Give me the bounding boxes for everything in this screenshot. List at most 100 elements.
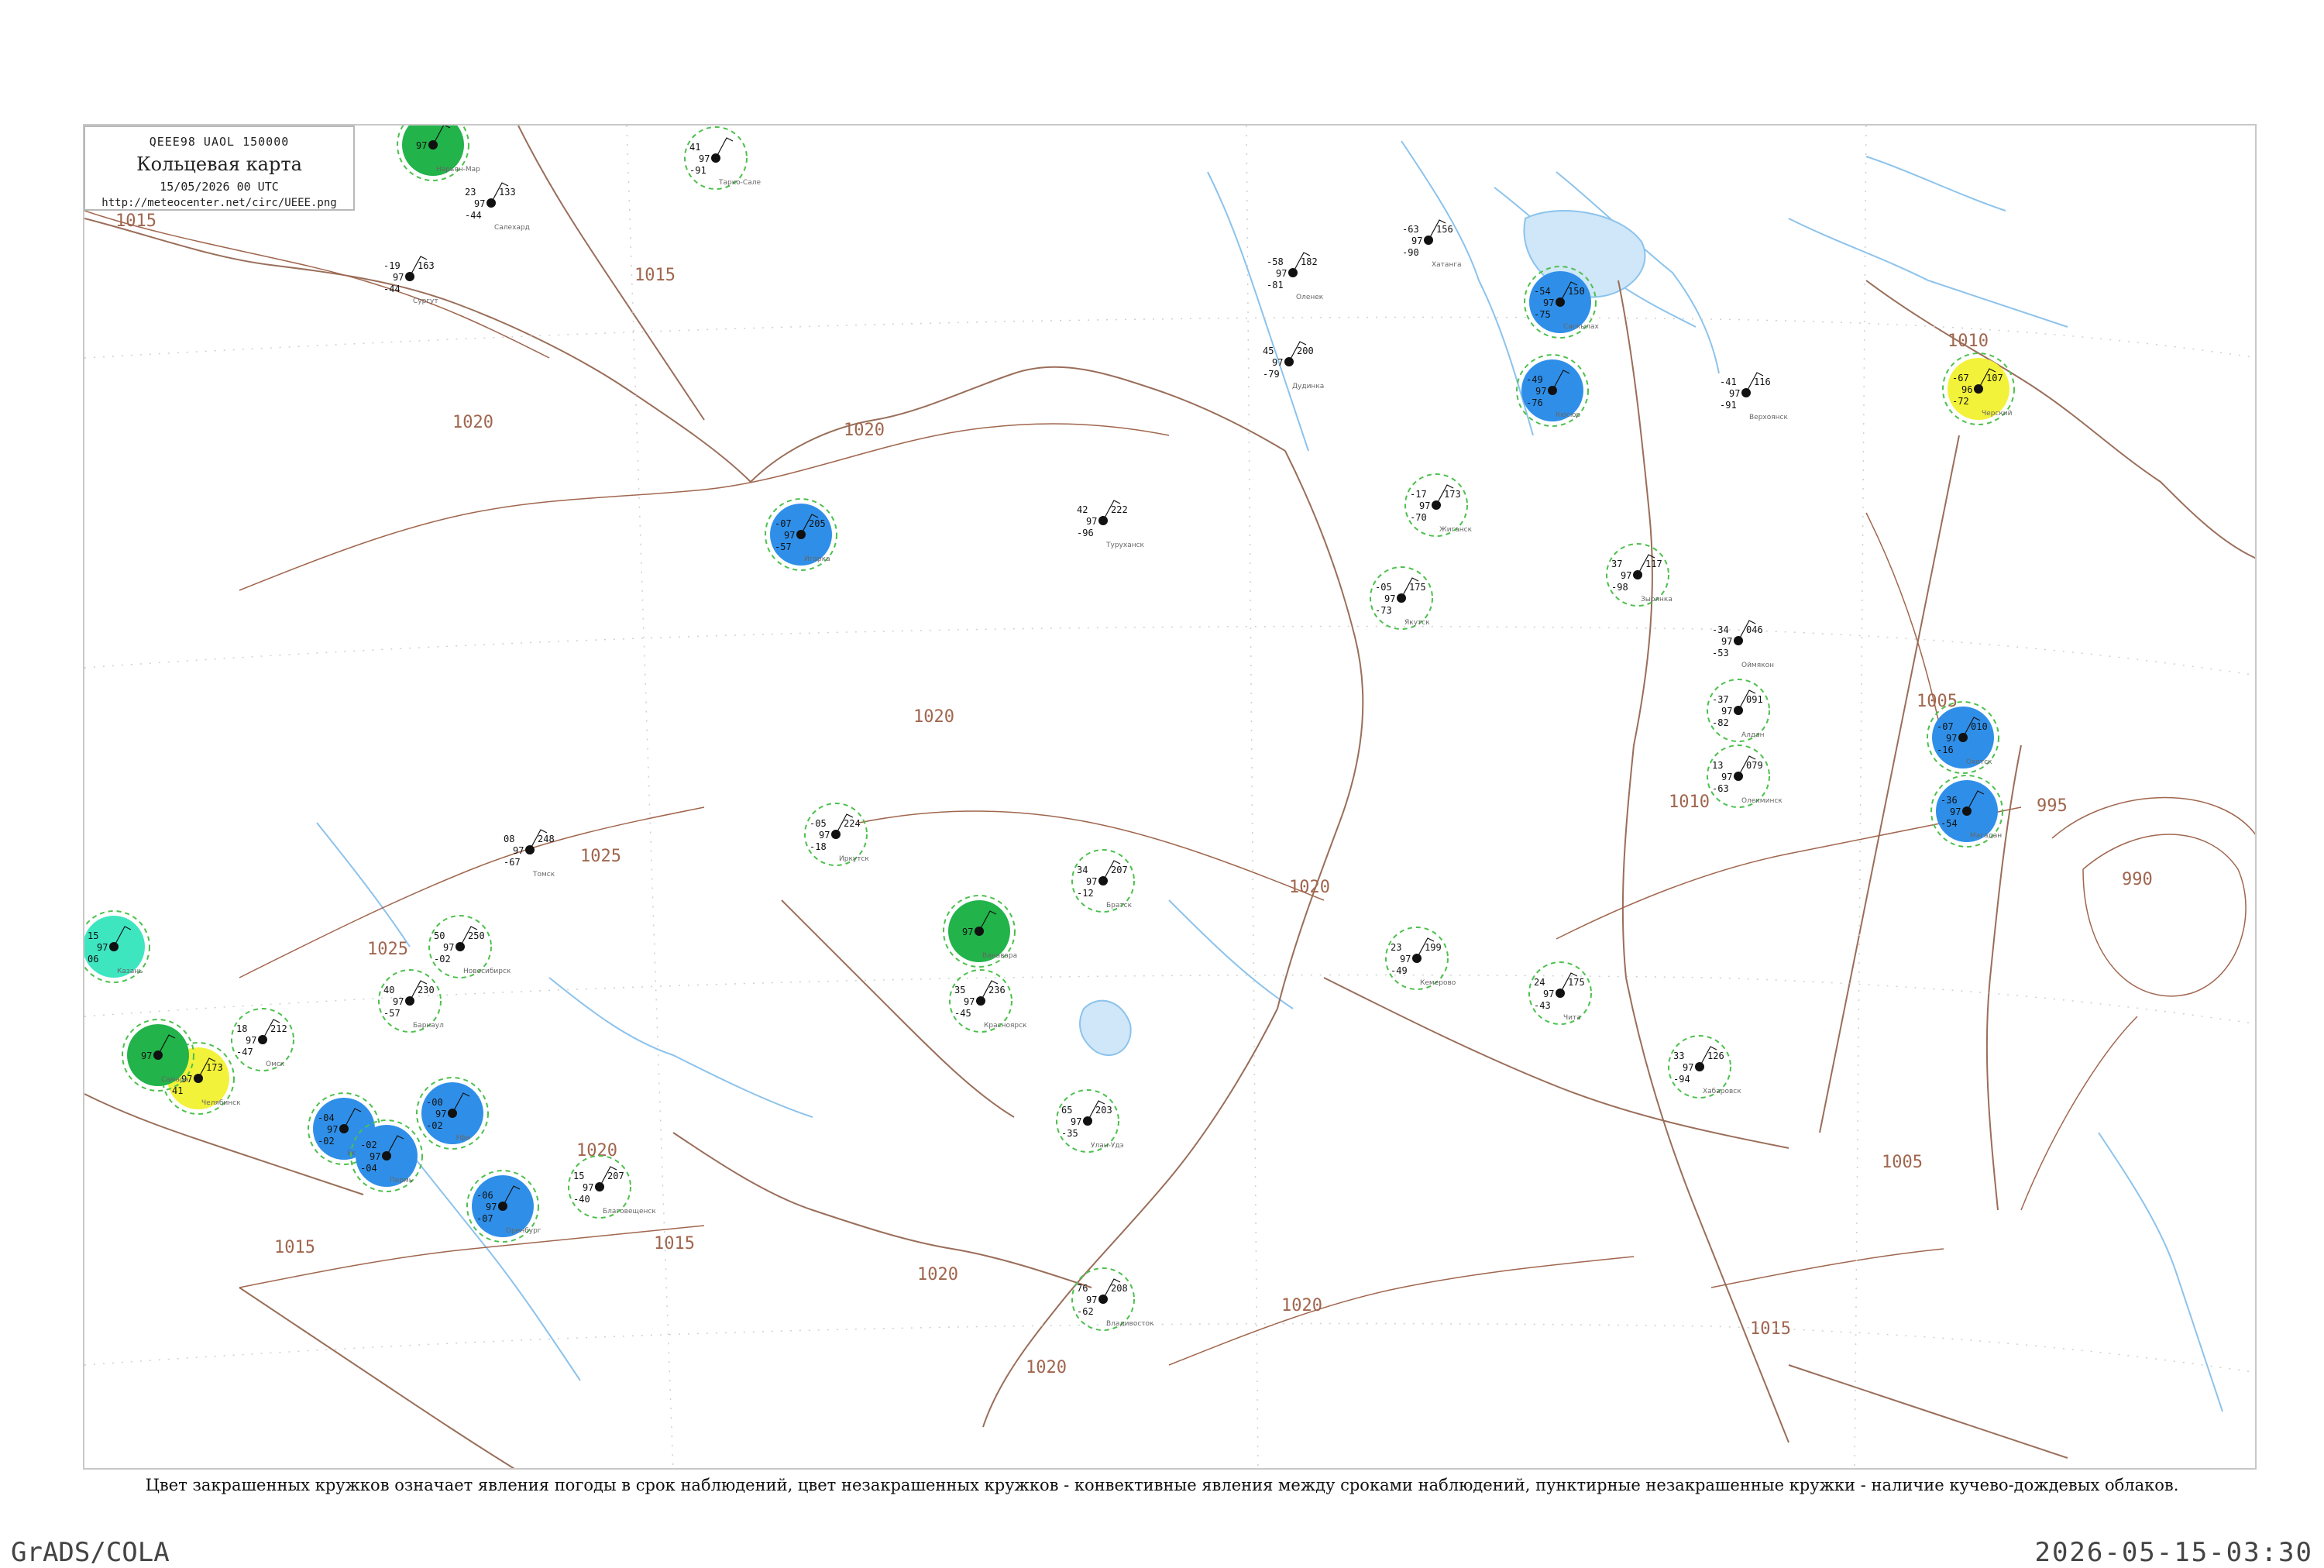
- station-marker[interactable]: 33 126 97-94 Хабаровск: [1668, 1035, 1741, 1099]
- footer-software: GrADS/COLA: [11, 1537, 170, 1568]
- dew-point: -90: [1402, 247, 1419, 258]
- station-marker[interactable]: 42 222 97-96 Туруханск: [1077, 500, 1145, 549]
- station-marker[interactable]: -07 010 97-16 Охотск: [1927, 701, 1999, 774]
- air-temperature: 37: [1611, 559, 1622, 569]
- station-marker[interactable]: -05 175 97-73 Якутск: [1370, 566, 1433, 630]
- station-marker[interactable]: -07 205 97-57 Игарка: [765, 498, 837, 571]
- station-marker[interactable]: -67 107 96-72 Черский: [1942, 352, 2015, 425]
- station-index: 97: [327, 1124, 338, 1135]
- dew-point: -81: [1267, 280, 1284, 291]
- station-marker[interactable]: 18 212 97-47 Омск: [231, 1008, 294, 1071]
- station-name: Самара: [161, 1076, 188, 1084]
- isobar-label: 1010: [1669, 793, 1710, 812]
- air-temperature: -07: [775, 518, 792, 529]
- dew-point: 41: [172, 1085, 183, 1096]
- station-name: Олекминск: [1741, 797, 1783, 805]
- station-marker[interactable]: 15 207 97-40 Благовещенск: [568, 1155, 656, 1219]
- map-url[interactable]: http://meteocenter.net/circ/UEEE.png: [85, 197, 353, 209]
- dew-point: -07: [476, 1213, 493, 1224]
- isobar-label: 1020: [1026, 1358, 1067, 1377]
- sea-level-pressure: 079: [1746, 760, 1763, 771]
- station-index: 97: [1721, 636, 1732, 647]
- station-marker[interactable]: -19 163 97-44 Сургут: [383, 256, 438, 305]
- station-name: Оймякон: [1741, 662, 1774, 669]
- station-marker[interactable]: 97 Ванавара: [943, 895, 1017, 968]
- station-marker[interactable]: 50 250 97-02 Новосибирск: [428, 915, 511, 978]
- air-temperature: -06: [476, 1190, 493, 1201]
- air-temperature: 23: [465, 187, 476, 198]
- station-marker[interactable]: -17 173 97-70 Жиганск: [1404, 473, 1473, 537]
- air-temperature: -17: [1410, 489, 1427, 500]
- station-marker[interactable]: -0297-04 Пермь: [350, 1119, 423, 1192]
- station-name: Оренбург: [506, 1227, 541, 1235]
- station-marker[interactable]: -34 046 97-53 Оймякон: [1712, 620, 1774, 669]
- station-name: Дудинка: [1292, 383, 1324, 390]
- dew-point: -72: [1952, 396, 1969, 407]
- air-temperature: 45: [1263, 346, 1274, 356]
- air-temperature: 42: [1077, 504, 1088, 515]
- station-index: 97: [1071, 1116, 1081, 1127]
- air-temperature: -63: [1402, 224, 1419, 235]
- station-name: Казань: [117, 968, 143, 975]
- station-marker[interactable]: 97 Самара: [122, 1019, 194, 1092]
- sea-level-pressure: 117: [1645, 559, 1662, 569]
- station-marker[interactable]: 4197-91 Тарко-Сале: [684, 126, 761, 190]
- dew-point: -75: [1534, 309, 1551, 320]
- station-marker[interactable]: -0097-02 Уфа: [416, 1077, 489, 1150]
- station-marker[interactable]: -0697-07 Оренбург: [466, 1170, 541, 1243]
- dew-point: -79: [1263, 369, 1280, 380]
- station-marker[interactable]: 35 236 97-45 Красноярск: [949, 969, 1027, 1033]
- station-marker[interactable]: 24 175 97-43 Чита: [1528, 961, 1592, 1025]
- station-name: Челябинск: [201, 1099, 241, 1107]
- dew-point: -04: [360, 1163, 377, 1174]
- station-marker[interactable]: -3697-54 Магадан: [1930, 775, 2003, 848]
- station-index: 97: [97, 942, 108, 953]
- station-marker[interactable]: 13 079 97-63 Олекминск: [1707, 744, 1783, 808]
- station-marker[interactable]: 159706 Казань: [84, 910, 150, 983]
- air-temperature: 50: [434, 930, 445, 941]
- isobar-label: 995: [2037, 796, 2068, 816]
- map-frame: 1015 1015 1020 1020 1020 1025 1025 1020 …: [83, 124, 2257, 1470]
- station-marker[interactable]: 23 199 97-49 Кемерово: [1385, 927, 1456, 990]
- station-index: 97: [962, 927, 973, 937]
- sea-level-pressure: 182: [1301, 256, 1318, 267]
- station-marker[interactable]: 40 230 97-57 Барнаул: [378, 969, 444, 1033]
- sea-level-pressure: 212: [270, 1023, 287, 1034]
- air-temperature: -05: [810, 818, 827, 829]
- station-name: Пермь: [390, 1177, 413, 1185]
- station-index: 97: [1946, 733, 1957, 744]
- station-index: 97: [513, 845, 524, 856]
- dew-point: -54: [1941, 818, 1958, 829]
- dew-point: -43: [1534, 1000, 1551, 1011]
- station-index: 97: [819, 830, 830, 841]
- station-marker[interactable]: 37 117 97-98 Зырянка: [1606, 543, 1673, 607]
- station-index: 97: [1400, 954, 1411, 965]
- station-name: Охотск: [1966, 758, 1992, 766]
- isobar-label: 1015: [654, 1234, 695, 1253]
- station-marker[interactable]: 23 133 97-44 Салехард: [465, 182, 530, 232]
- sea-level-pressure: 230: [418, 985, 435, 995]
- air-temperature: -67: [1952, 373, 1969, 383]
- station-marker[interactable]: -58 182 97-81 Оленек: [1267, 252, 1324, 301]
- station-marker[interactable]: 45 200 97-79 Дудинка: [1263, 341, 1324, 390]
- station-name: Салехард: [494, 224, 530, 232]
- isobar-label: 1005: [1917, 692, 1958, 711]
- station-marker[interactable]: 34 207 97-12 Братск: [1071, 849, 1135, 913]
- station-marker[interactable]: -63 156 97-90 Хатанга: [1402, 219, 1462, 269]
- isobar-label: 1020: [917, 1265, 958, 1284]
- station-marker[interactable]: 65 203 97-35 Улан-Удэ: [1056, 1089, 1124, 1153]
- dew-point: -82: [1712, 717, 1729, 728]
- station-marker[interactable]: -37 091 97-82 Алдан: [1707, 679, 1770, 742]
- station-name: Омск: [266, 1061, 285, 1068]
- air-temperature: -34: [1712, 624, 1729, 635]
- station-marker[interactable]: 76 208 97-62 Владивосток: [1071, 1267, 1154, 1331]
- station-index: 97: [1535, 386, 1546, 397]
- station-index: 97: [1950, 806, 1961, 817]
- station-marker[interactable]: 97 Нарьян-Мар: [397, 126, 480, 181]
- station-marker[interactable]: -41 116 97-91 Верхоянск: [1720, 372, 1789, 421]
- station-marker[interactable]: -05 224 97-18 Иркутск: [804, 803, 869, 866]
- air-temperature: 41: [689, 142, 700, 153]
- stations-layer: -19 16397-44Сургут23 13397-44Салехард4197-…: [84, 126, 2015, 1331]
- air-temperature: -49: [1526, 374, 1543, 385]
- sea-level-pressure: 163: [418, 260, 435, 271]
